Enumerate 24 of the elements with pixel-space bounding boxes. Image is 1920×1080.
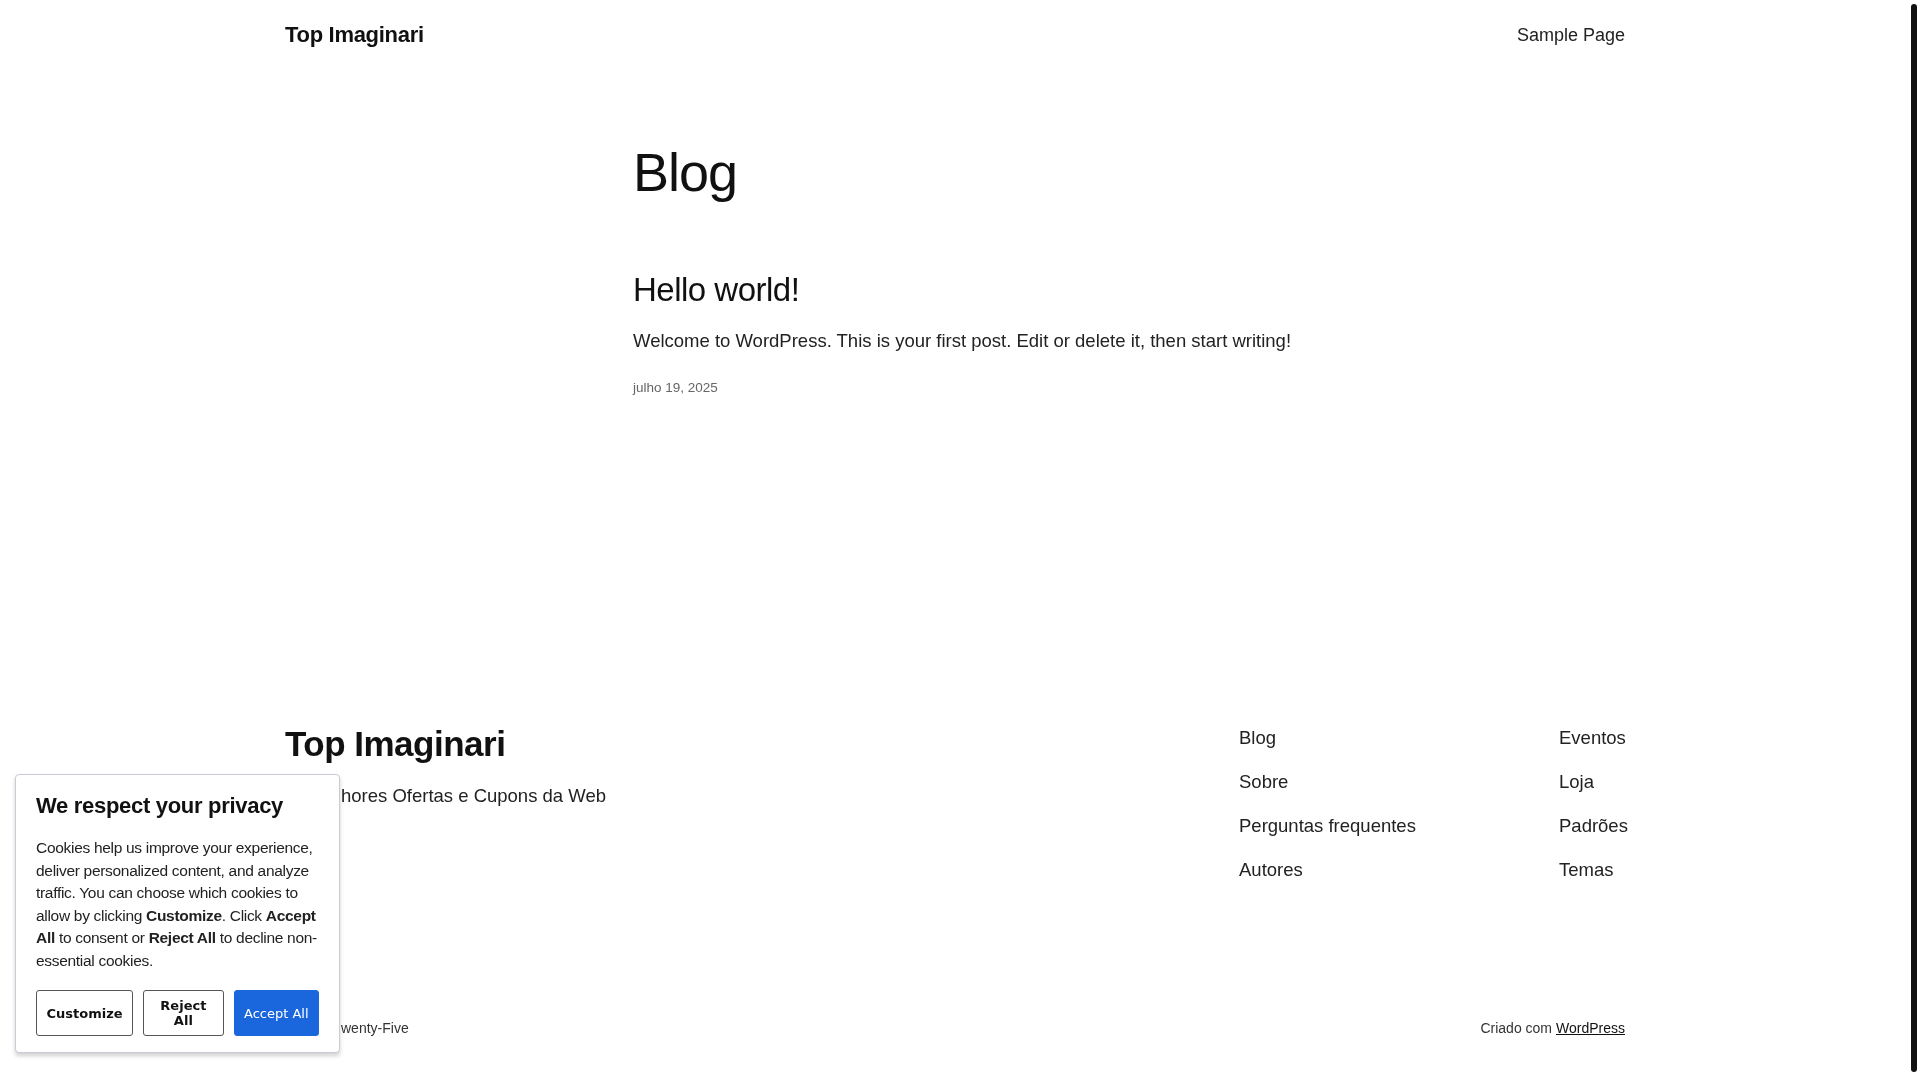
- cookie-title: We respect your privacy: [36, 793, 285, 819]
- scrollbar[interactable]: [1911, 4, 1917, 1072]
- cookie-text: Cookies help us improve your experience, deliver personalized content, and analyze traffic. You can choose which cookies to allow by clicking Customize. Click Accept All to consent or Reject All to decline non-essential cookies.: [36, 838, 318, 971]
- post-excerpt: Welcome to WordPress. This is your first post. Edit or delete it, then start writing!: [633, 330, 1293, 352]
- post-date: julho 19, 2025: [633, 380, 719, 395]
- footer-link[interactable]: Autores: [1239, 857, 1559, 882]
- site-title[interactable]: Top Imaginari: [285, 22, 424, 48]
- cookie-button[interactable]: Customize: [36, 990, 134, 1036]
- nav-link[interactable]: Sample Page: [1516, 24, 1625, 45]
- theme-credit: wenty-Five: [340, 1020, 409, 1036]
- footer-link[interactable]: Loja: [1559, 769, 1625, 794]
- footer-site-title[interactable]: Top Imaginari: [285, 725, 606, 763]
- footer-link[interactable]: Temas: [1559, 857, 1625, 882]
- wordpress-link[interactable]: WordPress: [1556, 1020, 1625, 1036]
- footer-link[interactable]: Eventos: [1559, 725, 1625, 750]
- footer-link[interactable]: Blog: [1239, 725, 1559, 750]
- post-title[interactable]: Hello world!: [633, 270, 1920, 310]
- site-tagline: hores Ofertas e Cupons da Web: [340, 785, 606, 807]
- footer-link[interactable]: Perguntas frequentes: [1239, 813, 1559, 838]
- footer-link[interactable]: Sobre: [1239, 769, 1559, 794]
- credit-text: Criado com: [1480, 1020, 1552, 1036]
- page-title: Blog: [633, 141, 739, 204]
- cookie-button[interactable]: Reject All: [143, 990, 224, 1036]
- accept-button[interactable]: Accept All: [233, 990, 319, 1036]
